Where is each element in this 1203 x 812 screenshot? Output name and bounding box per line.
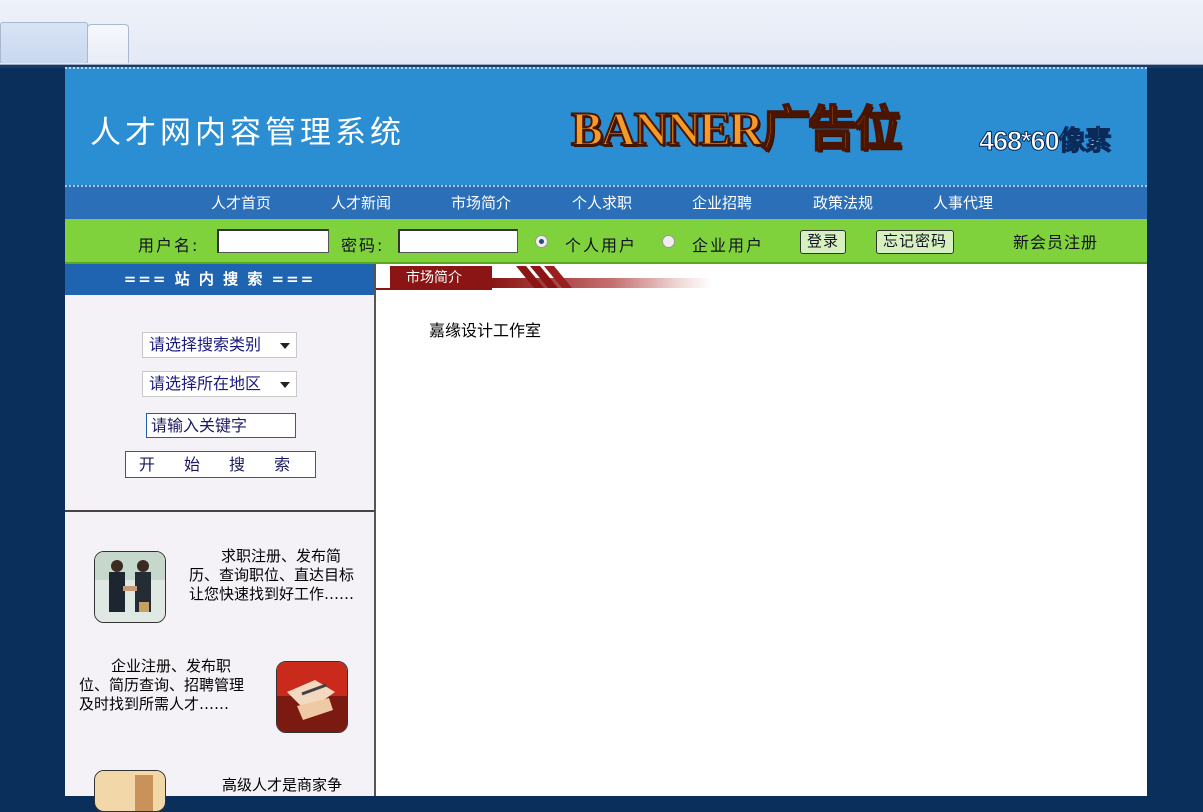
company-user-label: 企业用户 <box>692 236 765 255</box>
main-content: 市场简介 嘉缘设计工作室 <box>376 264 1147 796</box>
site-header: 人才网内容管理系统 BANNER广告位 468*60像素 <box>65 67 1147 187</box>
browser-tab-strip <box>0 0 1203 65</box>
login-button[interactable]: 登录 <box>800 230 847 254</box>
content-text: 嘉缘设计工作室 <box>429 321 542 340</box>
search-category-select[interactable]: 请选择搜索类别 <box>142 332 297 358</box>
username-input[interactable] <box>217 229 329 253</box>
promo-text-senior: 高级人才是商家争 <box>222 776 343 794</box>
keyword-input[interactable]: 请输入关键字 <box>146 413 296 438</box>
search-category-value: 请选择搜索类别 <box>149 335 262 354</box>
username-label: 用户名: <box>138 236 200 255</box>
nav-item-news[interactable]: 人才新闻 <box>331 192 391 213</box>
site-title: 人才网内容管理系统 <box>90 115 405 151</box>
section-title: 市场简介 <box>392 266 492 290</box>
nav-item-hr-agency[interactable]: 人事代理 <box>933 192 993 213</box>
senior-talent-image <box>94 770 166 812</box>
radio-personal-user[interactable] <box>535 235 548 248</box>
login-bar: 用户名: 密码: 个人用户 企业用户 登录 忘记密码 新会员注册 <box>65 219 1147 264</box>
promo-text-jobseeker: 求职注册、发布简历、查询职位、直达目标让您快速找到好工作…… <box>189 547 355 603</box>
nav-item-recruit[interactable]: 企业招聘 <box>692 192 752 213</box>
sidebar-divider <box>65 510 374 512</box>
browser-tab[interactable] <box>0 22 88 63</box>
search-region-value: 请选择所在地区 <box>149 374 262 393</box>
chevron-down-icon <box>280 343 290 349</box>
forgot-password-button[interactable]: 忘记密码 <box>876 230 955 254</box>
nav-item-policy[interactable]: 政策法规 <box>813 192 873 213</box>
banner-size-label: 468*60像素 <box>979 126 1113 157</box>
page-container: 人才网内容管理系统 BANNER广告位 468*60像素 人才首页 人才新闻 市… <box>65 67 1147 812</box>
radio-company-user[interactable] <box>662 235 675 248</box>
chevron-down-icon <box>280 382 290 388</box>
handshake-image <box>94 551 166 623</box>
new-tab-button[interactable] <box>87 24 129 63</box>
site-search-heading: === 站 内 搜 索 === <box>65 264 374 295</box>
personal-user-label: 个人用户 <box>565 236 638 255</box>
password-label: 密码: <box>341 236 385 255</box>
nav-item-jobseek[interactable]: 个人求职 <box>572 192 632 213</box>
section-marker <box>376 266 392 290</box>
promo-text-employer: 企业注册、发布职位、简历查询、招聘管理及时找到所需人才…… <box>79 657 245 713</box>
password-input[interactable] <box>398 229 518 253</box>
left-sidebar: === 站 内 搜 索 === 请选择搜索类别 请选择所在地区 请输入关键字 开… <box>65 264 376 812</box>
register-link[interactable]: 新会员注册 <box>1013 229 1098 253</box>
main-nav: 人才首页 人才新闻 市场简介 个人求职 企业招聘 政策法规 人事代理 <box>65 185 1147 219</box>
banner-ad[interactable]: BANNER广告位 <box>570 95 903 165</box>
start-search-button[interactable]: 开 始 搜 索 <box>125 451 316 478</box>
hands-signing-image <box>276 661 348 733</box>
nav-item-market[interactable]: 市场简介 <box>451 192 511 213</box>
section-stripes-decoration <box>516 266 572 288</box>
search-region-select[interactable]: 请选择所在地区 <box>142 371 297 397</box>
nav-item-home[interactable]: 人才首页 <box>211 192 271 213</box>
